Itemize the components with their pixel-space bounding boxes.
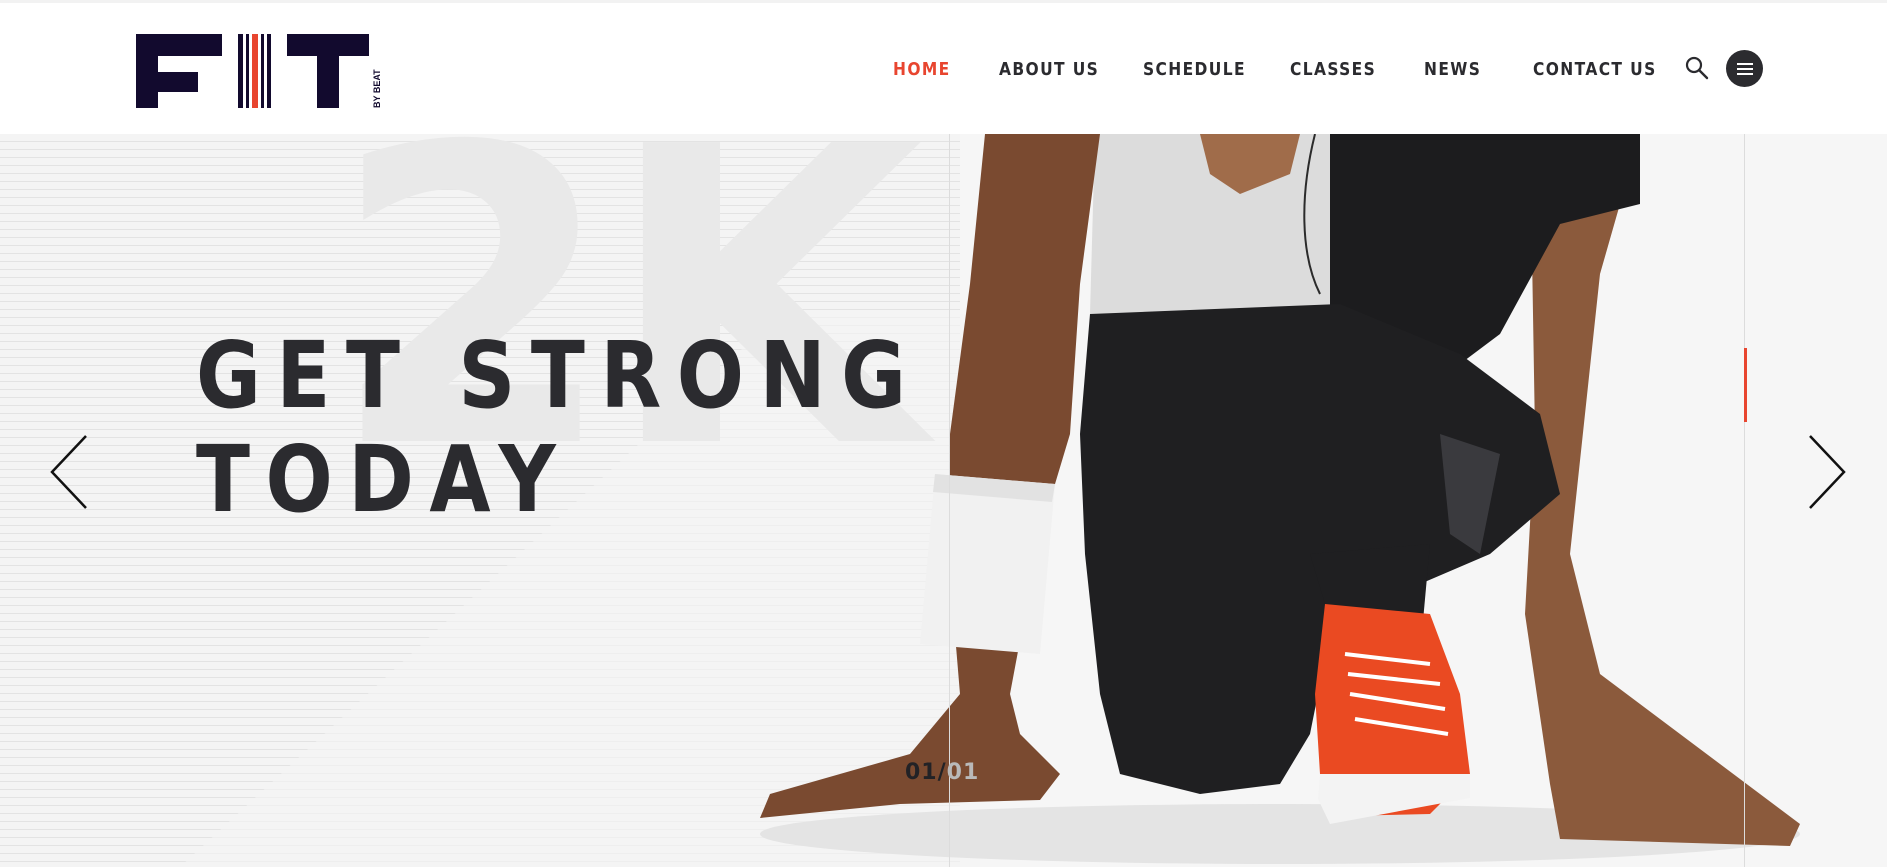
divider-line-right [1744, 134, 1745, 867]
fit-logo[interactable]: BY BEAT [136, 32, 382, 109]
nav-home[interactable]: HOME [893, 59, 951, 80]
slide-counter-current: 01/ [905, 760, 947, 785]
nav-schedule[interactable]: SCHEDULE [1143, 59, 1246, 80]
chevron-right-icon[interactable] [1804, 434, 1848, 510]
slide-counter: 01/01 [905, 760, 979, 785]
hamburger-menu-button[interactable] [1726, 50, 1763, 87]
hero-headline: GET STRONG TODAY [196, 324, 922, 532]
search-icon[interactable] [1684, 55, 1710, 81]
site-header: BY BEAT HOME ABOUT US SCHEDULE CLASSES N… [0, 0, 1887, 134]
nav-about-us[interactable]: ABOUT US [999, 59, 1099, 80]
nav-news[interactable]: NEWS [1424, 59, 1481, 80]
nav-classes[interactable]: CLASSES [1290, 59, 1376, 80]
hero-slider: 2K GET STRONG TODAY 01/01 [0, 134, 1887, 867]
divider-line-left [949, 134, 950, 867]
slide-counter-total: 01 [946, 760, 980, 785]
nav-contact-us[interactable]: CONTACT US [1533, 59, 1657, 80]
hamburger-menu-icon [1736, 62, 1753, 75]
headline-line-1: GET STRONG [196, 322, 922, 429]
headline-line-2: TODAY [196, 426, 572, 533]
slide-progress-indicator [1744, 348, 1747, 422]
logo-tagline: BY BEAT [372, 69, 382, 108]
chevron-left-icon[interactable] [48, 434, 92, 510]
